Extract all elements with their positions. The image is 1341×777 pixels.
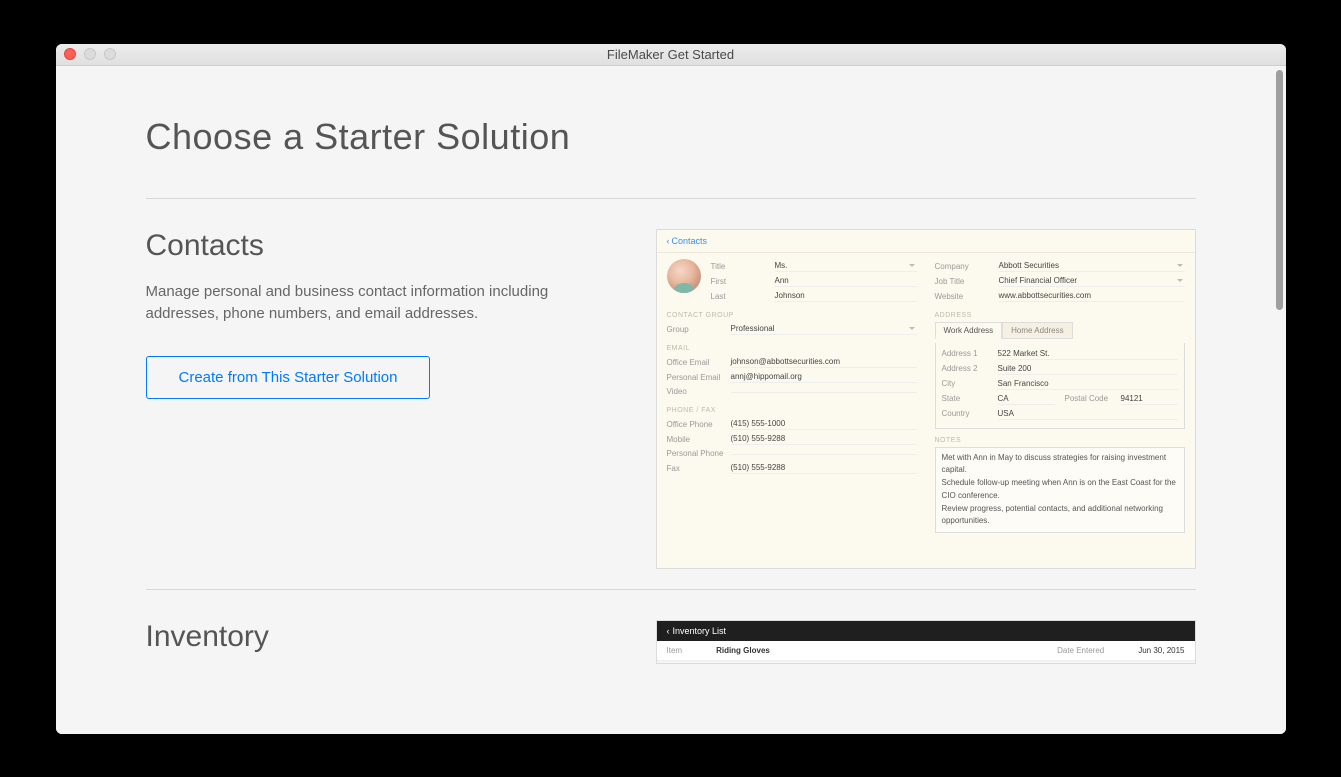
tab-work-address: Work Address [935,322,1003,339]
personal-phone-value [731,453,917,455]
tab-home-address: Home Address [1002,322,1072,339]
contacts-preview-back-label: Contacts [672,236,708,246]
title-label: Title [711,262,775,271]
inventory-preview: ‹Inventory List Item Riding Gloves Date … [656,620,1196,664]
address-tabs: Work Address Home Address [935,322,1185,339]
close-window-button[interactable] [64,48,76,60]
personal-email-label: Personal Email [667,373,731,382]
notes-line2: Schedule follow-up meeting when Ann is o… [942,477,1178,503]
titlebar: FileMaker Get Started [56,44,1286,66]
solution-inventory-info: Inventory [146,620,616,672]
traffic-lights [56,48,116,60]
inventory-back-label: Inventory List [673,626,727,636]
city-label: City [942,379,998,390]
country-value: USA [998,409,1178,420]
website-label: Website [935,292,999,301]
group-label: Group [667,325,731,334]
minimize-window-button[interactable] [84,48,96,60]
first-label: First [711,277,775,286]
chevron-left-icon: ‹ [667,236,670,246]
contacts-preview: ‹Contacts TitleMs. FirstAnn LastJohnson [656,229,1196,569]
solution-contacts-title: Contacts [146,229,616,263]
window-title: FileMaker Get Started [56,47,1286,62]
jobtitle-label: Job Title [935,277,999,286]
last-label: Last [711,292,775,301]
addr2-value: Suite 200 [998,364,1178,375]
office-phone-value: (415) 555-1000 [731,419,917,430]
page-title: Choose a Starter Solution [146,116,1196,158]
fax-label: Fax [667,464,731,473]
solution-contacts-description: Manage personal and business contact inf… [146,281,616,326]
inv-date-value: Jun 30, 2015 [1138,646,1184,655]
divider [146,589,1196,590]
inventory-preview-header: ‹Inventory List [657,621,1195,641]
contact-group-section: CONTACT GROUP [667,312,917,319]
mobile-value: (510) 555-9288 [731,434,917,445]
notes-line3: Review progress, potential contacts, and… [942,503,1178,529]
inventory-row: Item Riding Gloves Date Entered Jun 30, … [657,641,1195,661]
video-value [731,391,917,393]
last-value: Johnson [775,291,917,302]
inv-date-label: Date Entered [1057,646,1104,655]
solution-inventory: Inventory ‹Inventory List Item Riding Gl… [146,620,1196,672]
email-section: EMAIL [667,345,917,352]
company-label: Company [935,262,999,271]
fax-value: (510) 555-9288 [731,463,917,474]
scrollbar-thumb[interactable] [1276,70,1283,310]
country-label: Country [942,409,998,420]
content-area: Choose a Starter Solution Contacts Manag… [56,66,1286,734]
postal-label: Postal Code [1065,394,1121,405]
office-email-label: Office Email [667,358,731,367]
jobtitle-value: Chief Financial Officer [999,276,1185,287]
office-email-value: johnson@abbottsecurities.com [731,357,917,368]
state-label: State [942,394,998,405]
addr2-label: Address 2 [942,364,998,375]
chevron-left-icon: ‹ [667,626,670,636]
state-value: CA [998,394,1055,405]
phone-section: PHONE / FAX [667,407,917,414]
mobile-label: Mobile [667,435,731,444]
postal-value: 94121 [1121,394,1178,405]
city-value: San Francisco [998,379,1178,390]
addr1-label: Address 1 [942,349,998,360]
notes-section: NOTES [935,437,1185,444]
group-value: Professional [731,324,917,335]
company-value: Abbott Securities [999,261,1185,272]
app-window: FileMaker Get Started Choose a Starter S… [56,44,1286,734]
inv-item-value: Riding Gloves [716,646,770,655]
solution-contacts: Contacts Manage personal and business co… [146,229,1196,569]
personal-phone-label: Personal Phone [667,449,731,458]
notes-line1: Met with Ann in May to discuss strategie… [942,452,1178,478]
create-contacts-button[interactable]: Create from This Starter Solution [146,356,431,399]
divider [146,198,1196,199]
address-box: Address 1522 Market St. Address 2Suite 2… [935,343,1185,429]
inv-item-label: Item [667,646,683,655]
notes-box: Met with Ann in May to discuss strategie… [935,447,1185,534]
addr1-value: 522 Market St. [998,349,1178,360]
avatar [667,259,701,293]
personal-email-value: annj@hippomail.org [731,372,917,383]
solution-contacts-info: Contacts Manage personal and business co… [146,229,616,569]
address-section: ADDRESS [935,312,1185,319]
title-value: Ms. [775,261,917,272]
solution-inventory-title: Inventory [146,620,616,654]
contacts-preview-header: ‹Contacts [657,230,1195,253]
zoom-window-button[interactable] [104,48,116,60]
office-phone-label: Office Phone [667,420,731,429]
video-label: Video [667,387,731,396]
first-value: Ann [775,276,917,287]
website-value: www.abbottsecurities.com [999,291,1185,302]
